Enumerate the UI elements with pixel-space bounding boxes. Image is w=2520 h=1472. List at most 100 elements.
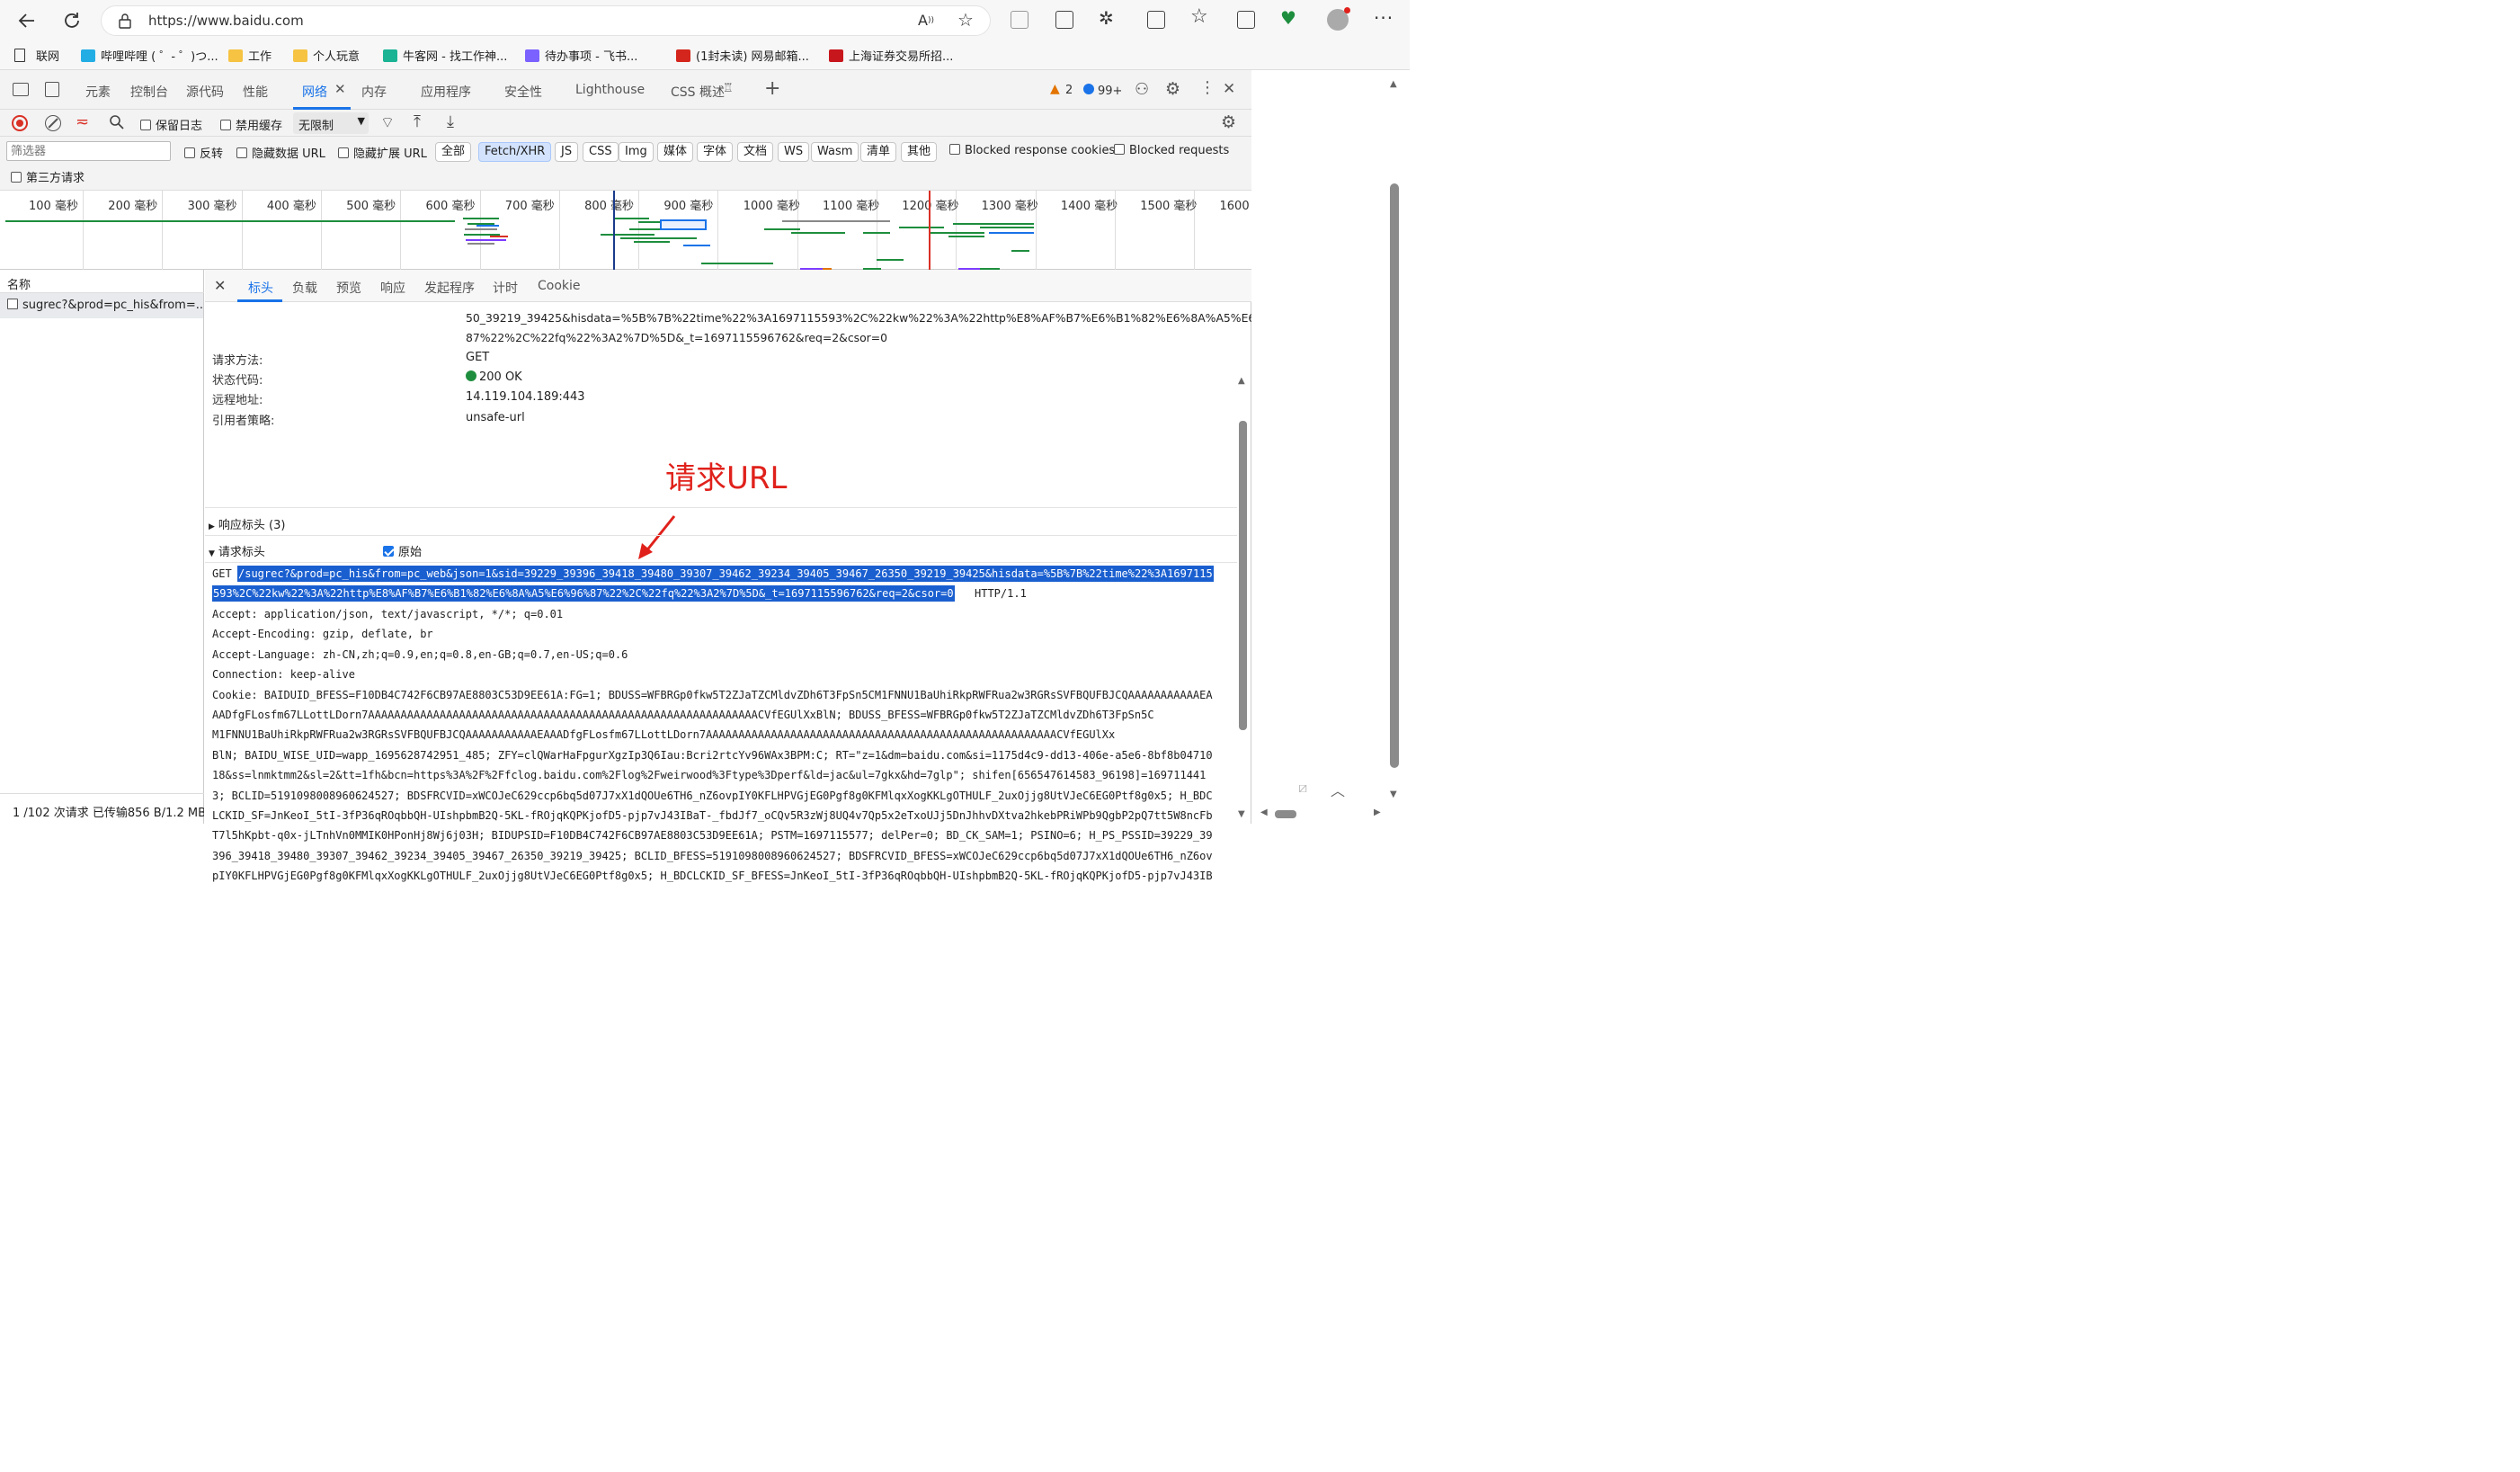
filter-input[interactable] <box>6 141 171 161</box>
invert-box[interactable] <box>184 147 195 158</box>
timeline-selected-bar[interactable] <box>660 219 707 230</box>
devtools-tab[interactable]: CSS 概述 <box>671 83 725 101</box>
search-icon[interactable] <box>109 114 125 130</box>
type-filter-pill[interactable]: 字体 <box>697 142 734 162</box>
devtools-tab[interactable]: 源代码 <box>186 83 224 101</box>
tab-close-icon[interactable]: ✕ <box>334 81 346 97</box>
type-filter-pill[interactable]: CSS <box>583 142 619 162</box>
request-row[interactable]: sugrec?&prod=pc_his&from=... <box>0 293 203 318</box>
bookmark-item[interactable]: 联网 <box>36 47 59 64</box>
bookmark-item[interactable]: 待办事项 - 飞书... <box>525 47 637 64</box>
export-har-icon[interactable]: ⤓ <box>447 112 454 131</box>
devtools-tab[interactable]: 应用程序 <box>421 83 471 101</box>
close-devtools-icon[interactable]: ✕ <box>1223 80 1235 98</box>
detail-tab[interactable]: 预览 <box>336 279 361 297</box>
read-aloud-icon[interactable]: A)) <box>918 12 934 29</box>
preserve-log-box[interactable] <box>140 120 151 130</box>
blocked-cookies-checkbox[interactable]: Blocked response cookies <box>949 144 1115 157</box>
settings-gear-icon[interactable]: ⚙ <box>1165 79 1180 99</box>
network-timeline[interactable]: 100 毫秒 200 毫秒 300 毫秒 400 毫秒 500 毫秒 600 毫秒 700 … <box>0 191 1275 270</box>
hide-ext-url-box[interactable] <box>338 147 349 158</box>
type-filter-pill[interactable]: 全部 <box>435 142 472 162</box>
close-detail-icon[interactable]: ✕ <box>214 277 226 294</box>
bookmark-item[interactable]: (1封未读) 网易邮箱... <box>676 47 809 64</box>
network-conditions-icon[interactable]: ⌔ <box>380 113 395 132</box>
raw-path-line-1[interactable]: /sugrec?&prod=pc_his&from=pc_web&json=1&… <box>237 566 1214 582</box>
bookmark-item[interactable]: 工作 <box>228 47 272 64</box>
page-scrollbar[interactable] <box>1390 183 1399 768</box>
devtools-tab[interactable]: 元素 <box>85 83 111 101</box>
scroll-down-icon[interactable]: ▼ <box>1238 809 1245 819</box>
devtools-tab[interactable]: 安全性 <box>504 83 542 101</box>
network-settings-icon[interactable]: ⚙ <box>1221 112 1236 132</box>
favorites-icon[interactable]: ☆ <box>1190 5 1208 28</box>
blocked-requests-box[interactable] <box>1114 144 1125 155</box>
third-party-box[interactable] <box>11 172 22 183</box>
type-filter-pill[interactable]: Wasm <box>811 142 859 162</box>
hscroll-left-icon[interactable]: ◀ <box>1260 807 1268 817</box>
collections-add-icon[interactable] <box>1237 11 1255 29</box>
hide-data-url-checkbox[interactable]: 隐藏数据 URL <box>236 144 325 161</box>
disable-cache-box[interactable] <box>220 120 231 130</box>
invert-checkbox[interactable]: 反转 <box>184 144 223 161</box>
raw-path-line-2[interactable]: 593%2C%22kw%22%3A%22http%E8%AF%B7%E6%B1%… <box>212 585 955 602</box>
import-har-icon[interactable]: ⤒ <box>414 112 421 131</box>
refresh-icon[interactable] <box>59 9 85 32</box>
hide-data-url-box[interactable] <box>236 147 247 158</box>
detail-scrollbar[interactable] <box>1239 421 1247 730</box>
chevron-down-icon[interactable]: ▼ <box>358 115 365 127</box>
record-icon[interactable] <box>12 115 28 131</box>
scroll-up-icon[interactable]: ▲ <box>1238 376 1245 386</box>
clear-icon[interactable] <box>45 115 61 131</box>
customize-icon[interactable]: ⚇ <box>1135 80 1149 99</box>
collapse-down-icon[interactable]: ▼ <box>209 549 215 558</box>
response-headers-toggle[interactable]: ▶ 响应标头 (3) <box>209 515 285 532</box>
more-menu-icon[interactable]: ··· <box>1374 7 1394 29</box>
scroll-down-icon[interactable]: ▼ <box>1390 790 1397 799</box>
raw-box[interactable] <box>383 546 394 557</box>
extensions-icon[interactable]: ✲ <box>1099 7 1114 29</box>
scroll-up-icon[interactable]: ▲ <box>1390 79 1397 89</box>
type-filter-pill[interactable]: JS <box>555 142 579 162</box>
type-filter-pill[interactable]: WS <box>778 142 810 162</box>
page-icon[interactable] <box>14 49 25 62</box>
message-icon[interactable] <box>1083 84 1094 94</box>
back-icon[interactable] <box>14 9 40 32</box>
lock-icon[interactable] <box>118 13 132 29</box>
detail-tab[interactable]: 标头 <box>248 279 273 297</box>
type-filter-pill[interactable]: Img <box>619 142 654 162</box>
bookmark-item[interactable]: 上海证券交易所招... <box>829 47 953 64</box>
inspect-icon[interactable] <box>13 83 29 96</box>
type-filter-pill[interactable]: Fetch/XHR <box>478 142 552 162</box>
device-toolbar-icon[interactable] <box>45 82 59 97</box>
bookmark-item[interactable]: 个人玩意 <box>293 47 360 64</box>
blocked-requests-checkbox[interactable]: Blocked requests <box>1114 144 1229 157</box>
devtools-tab[interactable]: Lighthouse <box>575 83 645 97</box>
blocked-cookies-box[interactable] <box>949 144 960 155</box>
hscroll-right-icon[interactable]: ▶ <box>1374 807 1381 817</box>
third-party-checkbox[interactable]: 第三方请求 <box>11 168 85 185</box>
collections-icon[interactable] <box>1011 11 1028 29</box>
detail-tab[interactable]: 发起程序 <box>424 279 475 297</box>
warning-icon[interactable]: ▲ <box>1050 82 1060 96</box>
message-count[interactable]: 99+ <box>1098 85 1122 98</box>
chevron-up-icon[interactable]: ︿ <box>1331 779 1345 800</box>
devtools-tab[interactable]: 性能 <box>243 83 268 101</box>
bookmark-item[interactable]: 哔哩哔哩 ( ゜- ゜)つ... <box>81 47 218 64</box>
address-bar[interactable]: https://www.baidu.com A)) ☆ <box>101 5 991 36</box>
preserve-log-checkbox[interactable]: 保留日志 <box>140 116 202 133</box>
name-column-header[interactable]: 名称 <box>0 270 204 293</box>
url-text[interactable]: https://www.baidu.com <box>148 13 304 29</box>
favorite-star-icon[interactable]: ☆ <box>957 9 974 31</box>
tab-actions-icon[interactable] <box>1055 11 1073 29</box>
detail-tab[interactable]: 负载 <box>292 279 317 297</box>
throttle-select[interactable]: 无限制 ▼ <box>293 112 369 134</box>
devtools-tab[interactable]: 控制台 <box>130 83 168 101</box>
split-screen-icon[interactable] <box>1147 11 1165 29</box>
type-filter-pill[interactable]: 清单 <box>860 142 897 162</box>
type-filter-pill[interactable]: 文档 <box>737 142 774 162</box>
raw-checkbox[interactable]: 原始 <box>383 542 422 559</box>
disable-cache-checkbox[interactable]: 禁用缓存 <box>220 116 282 133</box>
avatar[interactable] <box>1327 7 1350 31</box>
devtools-tab[interactable]: 网络 <box>302 83 327 101</box>
